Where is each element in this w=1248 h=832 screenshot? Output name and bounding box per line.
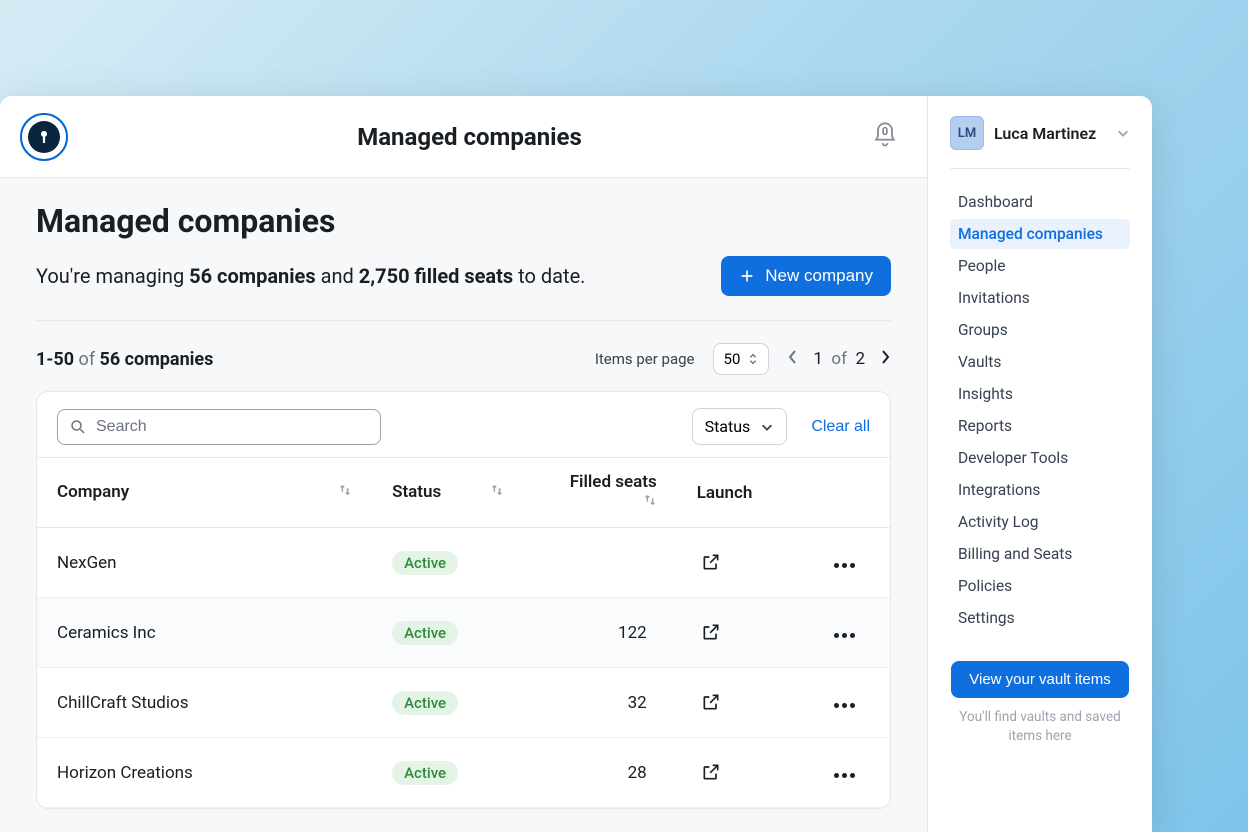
- table-row: Ceramics Inc Active 122: [37, 598, 890, 668]
- user-name: Luca Martinez: [994, 124, 1096, 143]
- main-panel: Managed companies 0 Managed companies Yo…: [0, 96, 928, 832]
- status-badge: Active: [392, 621, 458, 645]
- sidebar: LM Luca Martinez DashboardManaged compan…: [928, 96, 1152, 832]
- table-row: Horizon Creations Active 28: [37, 738, 890, 808]
- col-header-launch: Launch: [677, 458, 809, 528]
- nav-item-groups[interactable]: Groups: [950, 315, 1130, 345]
- notifications-button[interactable]: 0: [871, 121, 899, 153]
- avatar: LM: [950, 116, 984, 150]
- external-link-icon: [701, 692, 721, 712]
- clear-all-button[interactable]: Clear all: [811, 418, 870, 436]
- sort-icon: [338, 482, 352, 498]
- cell-company: Horizon Creations: [37, 738, 372, 808]
- col-header-company[interactable]: Company: [37, 458, 372, 528]
- cell-launch: [677, 528, 809, 598]
- table-row: ChillCraft Studios Active 32: [37, 668, 890, 738]
- nav-item-people[interactable]: People: [950, 251, 1130, 281]
- nav-item-reports[interactable]: Reports: [950, 411, 1130, 441]
- header-title: Managed companies: [68, 123, 871, 151]
- nav-item-managed-companies[interactable]: Managed companies: [950, 219, 1130, 249]
- cell-company: Ceramics Inc: [37, 598, 372, 668]
- chevron-down-icon: [760, 420, 774, 434]
- external-link-icon: [701, 552, 721, 572]
- new-company-button[interactable]: New company: [721, 256, 891, 296]
- cell-status: Active: [372, 668, 524, 738]
- nav-item-insights[interactable]: Insights: [950, 379, 1130, 409]
- companies-table: Company Status Filled seats: [37, 457, 890, 808]
- cell-status: Active: [372, 598, 524, 668]
- status-filter[interactable]: Status: [692, 408, 788, 445]
- app-logo[interactable]: [20, 113, 68, 161]
- items-per-page-select[interactable]: 50: [713, 343, 770, 375]
- result-range: 1-50 of 56 companies: [36, 349, 213, 370]
- app-window: Managed companies 0 Managed companies Yo…: [0, 96, 1152, 832]
- cell-seats: [524, 528, 676, 598]
- prev-page-button[interactable]: [787, 348, 799, 370]
- launch-button[interactable]: [697, 758, 725, 786]
- chevron-down-icon: [1116, 126, 1130, 140]
- notifications-count: 0: [871, 125, 899, 138]
- nav-item-activity-log[interactable]: Activity Log: [950, 507, 1130, 537]
- status-badge: Active: [392, 691, 458, 715]
- summary-text: You're managing 56 companies and 2,750 f…: [36, 264, 585, 288]
- col-header-seats[interactable]: Filled seats: [524, 458, 676, 528]
- launch-button[interactable]: [697, 548, 725, 576]
- vault-hint: You'll find vaults and saved items here: [950, 708, 1130, 746]
- cell-actions: [809, 668, 890, 738]
- cell-status: Active: [372, 738, 524, 808]
- nav-item-developer-tools[interactable]: Developer Tools: [950, 443, 1130, 473]
- cell-launch: [677, 598, 809, 668]
- external-link-icon: [701, 622, 721, 642]
- chevron-right-icon: [879, 348, 891, 366]
- cell-seats: 122: [524, 598, 676, 668]
- row-actions-button[interactable]: [829, 769, 861, 782]
- cell-actions: [809, 598, 890, 668]
- cell-status: Active: [372, 528, 524, 598]
- nav-item-policies[interactable]: Policies: [950, 571, 1130, 601]
- companies-table-card: Status Clear all Company: [36, 391, 891, 809]
- table-row: NexGen Active: [37, 528, 890, 598]
- launch-button[interactable]: [697, 688, 725, 716]
- row-actions-button[interactable]: [829, 559, 861, 572]
- sort-icon: [490, 482, 504, 498]
- keyhole-icon: [35, 128, 53, 146]
- view-vault-button[interactable]: View your vault items: [951, 661, 1128, 698]
- status-badge: Active: [392, 551, 458, 575]
- page-title: Managed companies: [36, 202, 891, 240]
- cell-company: ChillCraft Studios: [37, 668, 372, 738]
- cell-seats: 28: [524, 738, 676, 808]
- search-icon: [69, 418, 87, 436]
- nav-item-dashboard[interactable]: Dashboard: [950, 187, 1130, 217]
- row-actions-button[interactable]: [829, 629, 861, 642]
- cell-seats: 32: [524, 668, 676, 738]
- nav-item-integrations[interactable]: Integrations: [950, 475, 1130, 505]
- next-page-button[interactable]: [879, 348, 891, 370]
- plus-icon: [739, 268, 755, 284]
- nav-item-vaults[interactable]: Vaults: [950, 347, 1130, 377]
- status-badge: Active: [392, 761, 458, 785]
- cell-company: NexGen: [37, 528, 372, 598]
- nav-item-invitations[interactable]: Invitations: [950, 283, 1130, 313]
- cell-launch: [677, 738, 809, 808]
- nav-item-settings[interactable]: Settings: [950, 603, 1130, 633]
- header-bar: Managed companies 0: [0, 96, 927, 178]
- stepper-icon: [748, 352, 758, 366]
- row-actions-button[interactable]: [829, 699, 861, 712]
- cell-launch: [677, 668, 809, 738]
- col-header-actions: [809, 458, 890, 528]
- sort-icon: [643, 492, 657, 508]
- user-menu[interactable]: LM Luca Martinez: [950, 116, 1130, 169]
- cell-actions: [809, 528, 890, 598]
- chevron-left-icon: [787, 348, 799, 366]
- external-link-icon: [701, 762, 721, 782]
- search-input[interactable]: [57, 409, 381, 445]
- items-per-page-label: Items per page: [595, 350, 695, 368]
- page-indicator: 1 of 2: [813, 349, 865, 369]
- col-header-status[interactable]: Status: [372, 458, 524, 528]
- launch-button[interactable]: [697, 618, 725, 646]
- cell-actions: [809, 738, 890, 808]
- nav-list: DashboardManaged companiesPeopleInvitati…: [950, 187, 1130, 633]
- nav-item-billing-and-seats[interactable]: Billing and Seats: [950, 539, 1130, 569]
